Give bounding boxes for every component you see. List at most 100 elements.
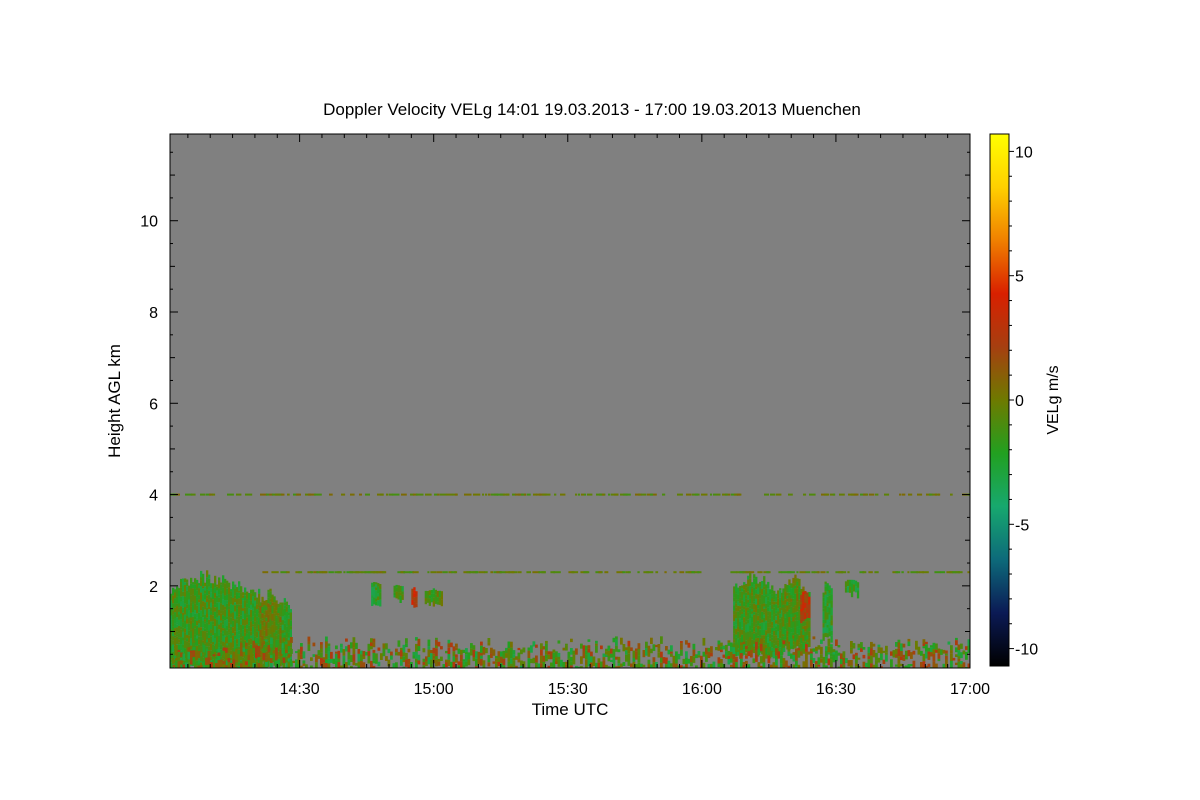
echo-mark xyxy=(947,641,951,645)
echo-mark xyxy=(810,660,813,667)
echo-mark xyxy=(280,653,283,657)
echo-mark xyxy=(182,607,185,613)
echo-mark xyxy=(670,645,673,652)
echo-mark xyxy=(184,578,187,583)
echo-mark xyxy=(252,607,255,611)
echo-mark xyxy=(345,646,348,652)
echo-mark xyxy=(254,592,257,598)
echo-mark xyxy=(771,598,774,602)
echo-mark xyxy=(174,618,177,624)
echo-mark xyxy=(602,653,606,658)
echo-mark xyxy=(250,621,253,628)
echo-mark xyxy=(265,666,268,668)
echo-mark xyxy=(741,627,744,631)
echo-mark xyxy=(196,620,199,626)
echo-mark xyxy=(510,658,513,664)
echo-mark xyxy=(755,623,758,628)
echo-mark xyxy=(220,620,223,623)
echo-mark xyxy=(522,647,526,653)
echo-mark xyxy=(204,586,207,591)
echo-mark xyxy=(244,592,247,596)
echo-mark xyxy=(727,650,731,656)
echo-mark xyxy=(258,593,261,600)
echo-mark xyxy=(900,656,903,661)
echo-mark xyxy=(287,663,291,667)
echo-mark xyxy=(804,608,807,613)
echo-mark xyxy=(862,647,866,650)
echo-mark xyxy=(222,630,225,634)
echo-mark xyxy=(214,587,217,593)
echo-mark xyxy=(846,579,850,587)
echo-mark xyxy=(244,620,247,626)
echo-mark xyxy=(755,632,758,639)
echo-mark xyxy=(710,646,713,653)
echo-mark xyxy=(572,654,576,660)
echo-mark xyxy=(741,614,744,621)
echo-mark xyxy=(285,641,288,645)
echo-mark xyxy=(775,613,778,617)
echo-mark xyxy=(826,624,829,628)
echo-mark xyxy=(188,623,191,631)
echo-mark xyxy=(248,614,251,622)
echo-mark xyxy=(595,662,598,668)
echo-mark xyxy=(805,651,808,660)
echo-mark xyxy=(798,586,801,593)
echo-mark xyxy=(824,586,827,592)
echo-mark xyxy=(753,587,756,596)
echo-mark xyxy=(792,607,795,613)
echo-mark xyxy=(417,646,421,651)
echo-mark xyxy=(739,609,742,616)
layer-mark xyxy=(824,493,830,496)
echo-mark xyxy=(252,610,255,617)
echo-mark xyxy=(597,658,601,663)
echo-mark xyxy=(196,579,199,584)
echo-mark xyxy=(180,587,183,591)
echo-mark xyxy=(920,662,923,668)
echo-mark xyxy=(779,618,782,623)
echo-mark xyxy=(371,595,374,599)
echo-mark xyxy=(570,656,573,662)
echo-mark xyxy=(607,650,611,656)
echo-mark xyxy=(216,602,219,607)
echo-mark xyxy=(877,644,881,648)
echo-mark xyxy=(760,656,763,664)
echo-mark xyxy=(196,660,199,666)
echo-mark xyxy=(725,644,728,652)
echo-mark xyxy=(767,627,770,634)
echo-mark xyxy=(220,594,223,598)
echo-mark xyxy=(727,659,731,665)
echo-mark xyxy=(218,594,221,598)
echo-mark xyxy=(915,644,918,650)
echo-mark xyxy=(806,613,809,618)
echo-mark xyxy=(848,586,852,593)
echo-mark xyxy=(735,634,738,638)
layer-mark xyxy=(934,571,941,574)
echo-mark xyxy=(787,665,791,668)
echo-mark xyxy=(739,628,742,633)
echo-mark xyxy=(747,591,750,595)
echo-mark xyxy=(824,591,827,595)
echo-mark xyxy=(725,667,728,668)
echo-mark xyxy=(615,639,618,646)
echo-mark xyxy=(207,651,211,658)
echo-mark xyxy=(472,657,476,662)
echo-mark xyxy=(202,581,205,587)
echo-mark xyxy=(186,635,189,639)
echo-mark xyxy=(685,651,688,658)
echo-mark xyxy=(842,657,846,665)
echo-mark xyxy=(767,588,770,594)
echo-mark xyxy=(755,604,758,613)
echo-mark xyxy=(650,637,653,644)
echo-mark xyxy=(246,624,249,629)
echo-mark xyxy=(350,642,353,649)
echo-mark xyxy=(277,629,280,635)
echo-mark xyxy=(395,587,398,592)
echo-mark xyxy=(857,647,861,651)
echo-mark xyxy=(652,644,656,651)
echo-mark xyxy=(733,628,736,634)
echo-mark xyxy=(182,612,185,615)
echo-mark xyxy=(192,588,195,595)
colorbar-tick-label: -10 xyxy=(1015,642,1038,659)
echo-mark xyxy=(812,636,816,640)
echo-mark xyxy=(600,645,603,650)
